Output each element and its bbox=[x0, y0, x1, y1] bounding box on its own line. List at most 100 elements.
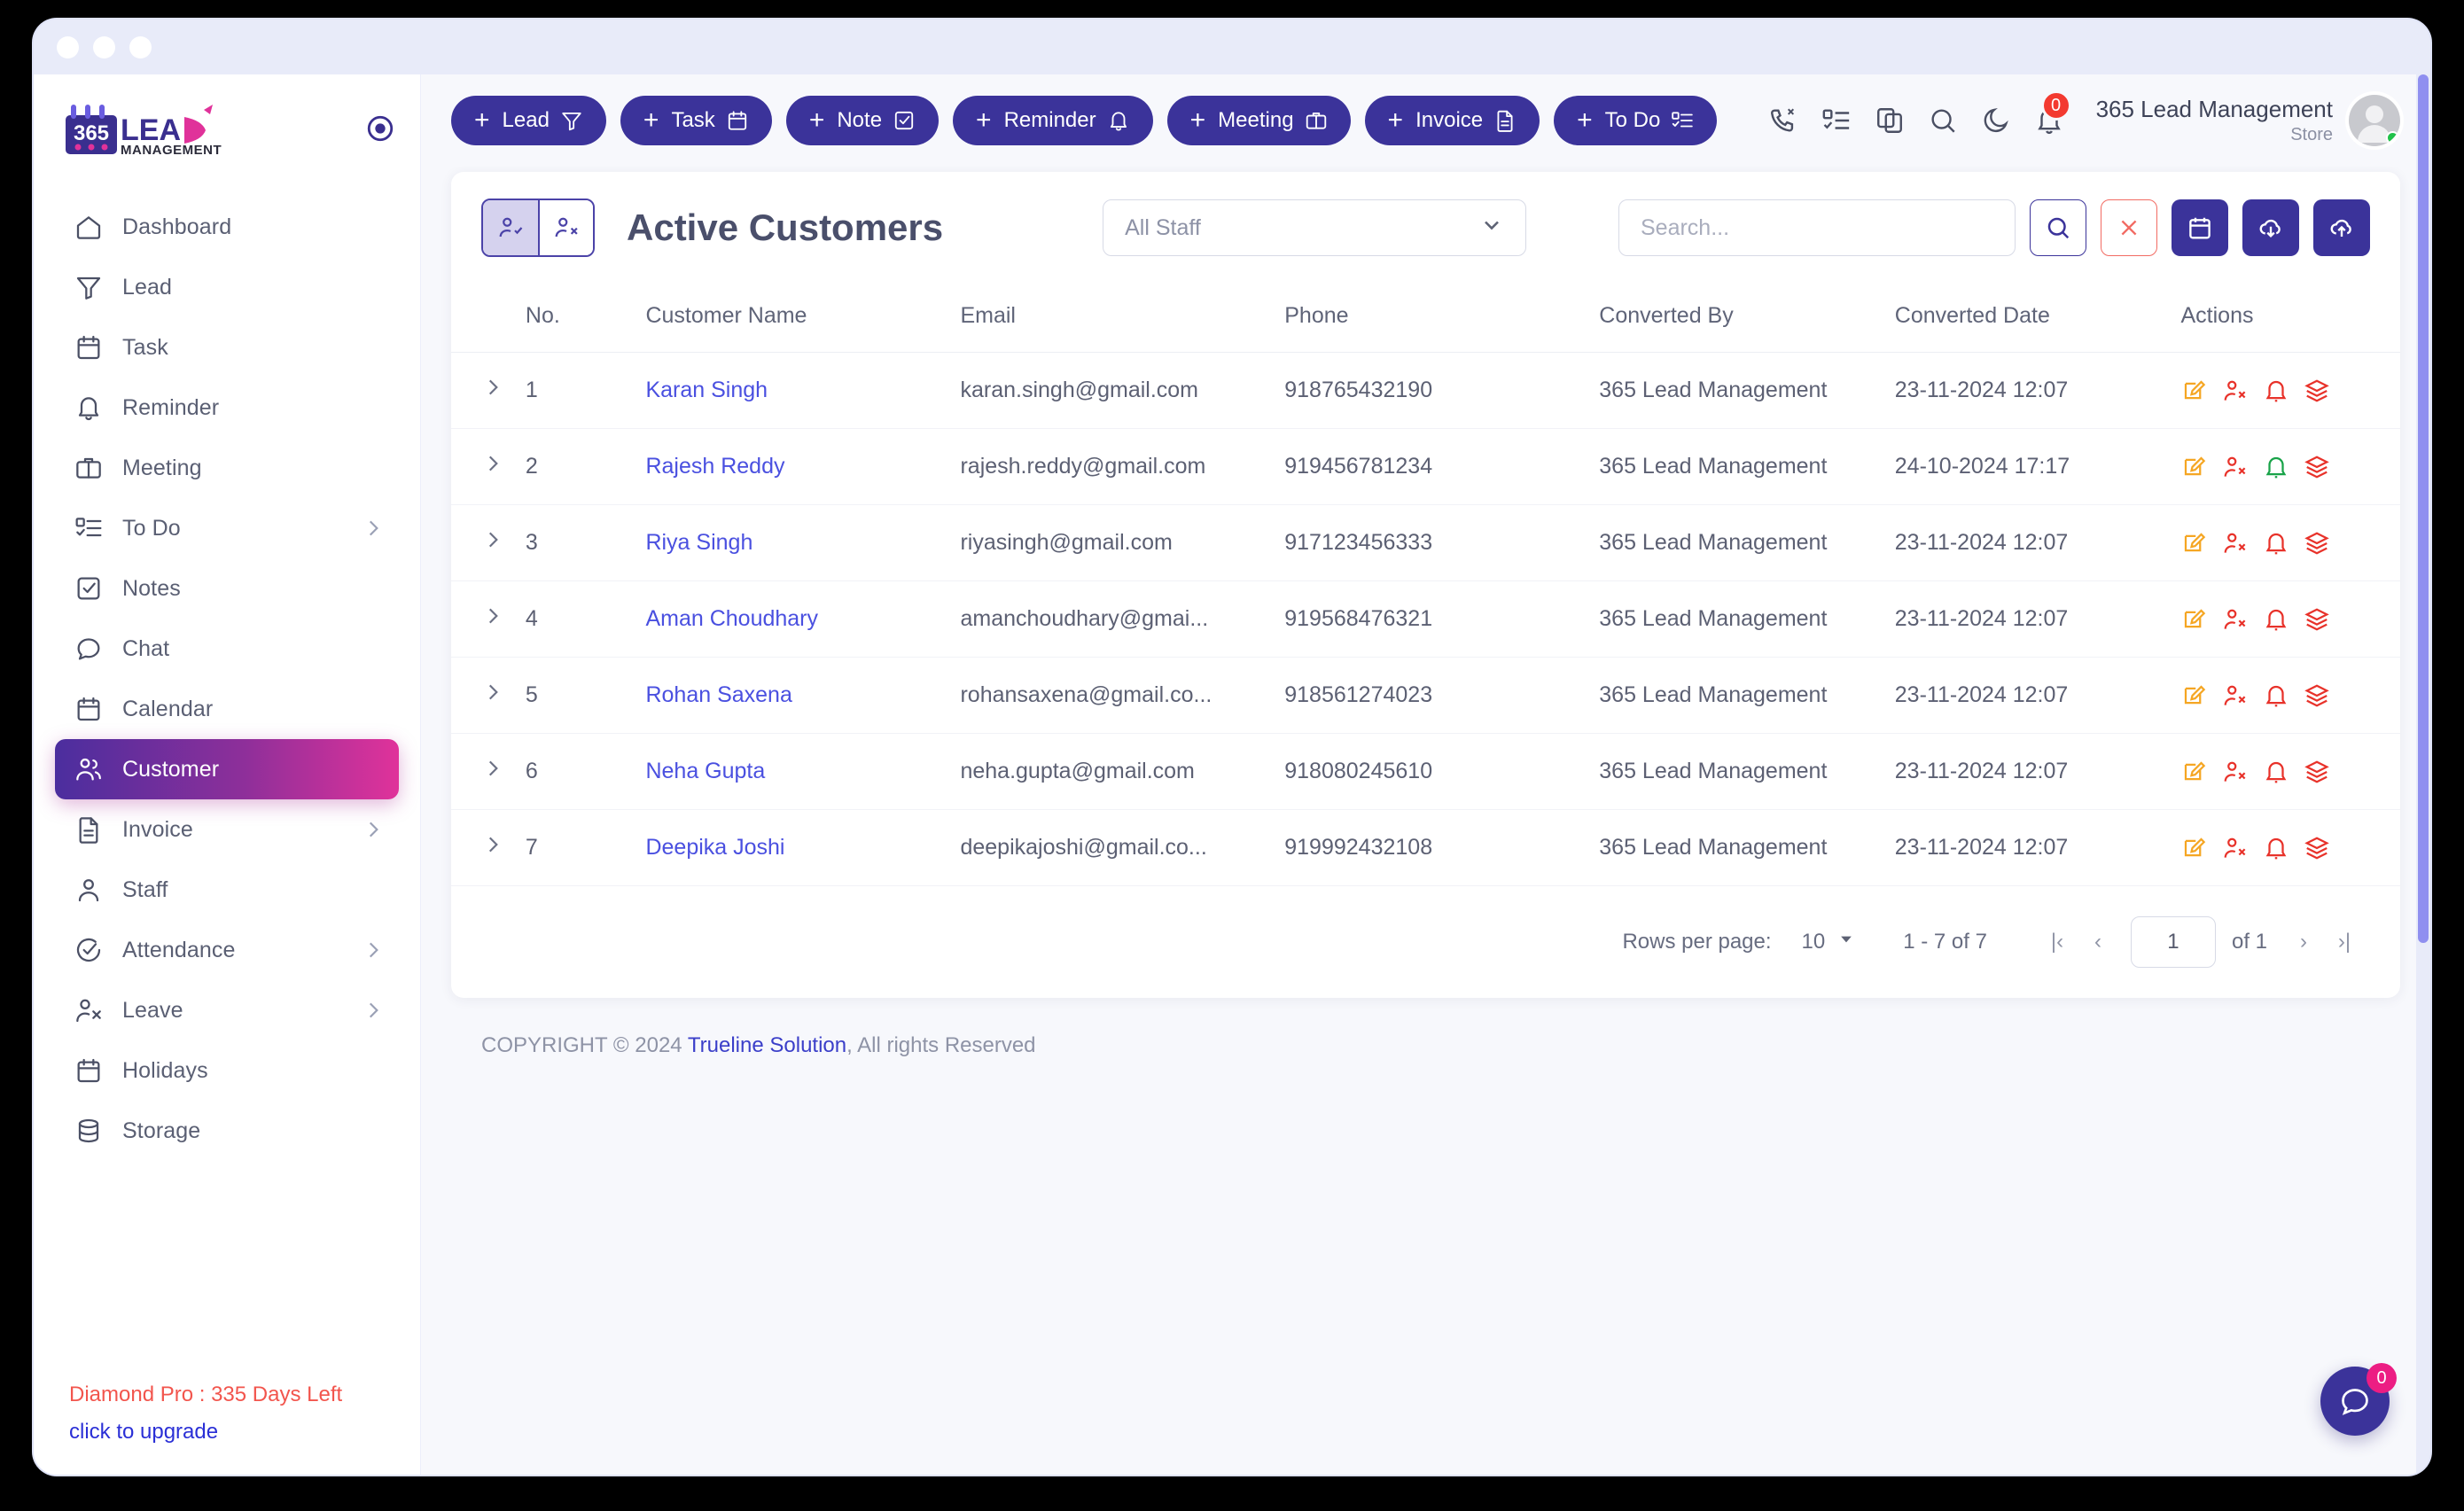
layers-icon[interactable] bbox=[2304, 682, 2330, 709]
col-header-phone[interactable]: Phone bbox=[1284, 280, 1600, 353]
user-remove-icon[interactable] bbox=[2222, 454, 2249, 480]
layers-icon[interactable] bbox=[2304, 530, 2330, 557]
user-remove-icon[interactable] bbox=[2222, 835, 2249, 861]
page-scrollbar[interactable] bbox=[2416, 74, 2430, 1475]
table-row[interactable]: 7 Deepika Joshi deepikajoshi@gmail.co... 91… bbox=[451, 809, 2400, 886]
staff-filter-select[interactable]: All Staff bbox=[1103, 199, 1527, 256]
sidebar-item-reminder[interactable]: Reminder bbox=[55, 378, 399, 438]
first-page-button[interactable]: |‹ bbox=[2037, 922, 2078, 962]
clear-button[interactable] bbox=[2101, 199, 2157, 256]
layers-icon[interactable] bbox=[2304, 378, 2330, 404]
add-note-button[interactable]: + Note bbox=[785, 96, 940, 145]
search-input[interactable] bbox=[1618, 199, 2016, 256]
missed-call-icon[interactable] bbox=[1768, 105, 1798, 136]
table-row[interactable]: 2 Rajesh Reddy rajesh.reddy@gmail.com 91945… bbox=[451, 428, 2400, 505]
search-button[interactable] bbox=[2030, 199, 2086, 256]
layers-icon[interactable] bbox=[2304, 606, 2330, 633]
table-row[interactable]: 1 Karan Singh karan.singh@gmail.com 9187654… bbox=[451, 352, 2400, 429]
expand-row-chevron-icon[interactable] bbox=[481, 452, 504, 475]
edit-icon[interactable] bbox=[2181, 378, 2208, 404]
sidebar-item-calendar[interactable]: Calendar bbox=[55, 679, 399, 739]
inactive-customers-toggle[interactable] bbox=[538, 200, 593, 255]
bell-icon[interactable] bbox=[2263, 378, 2289, 404]
customer-name-link[interactable]: Karan Singh bbox=[645, 378, 768, 402]
scrollbar-thumb[interactable] bbox=[2418, 74, 2429, 943]
add-meeting-button[interactable]: + Meeting bbox=[1166, 96, 1351, 145]
chevron-right-icon[interactable] bbox=[362, 999, 385, 1022]
bell-icon[interactable] bbox=[2263, 759, 2289, 785]
bell-icon[interactable] bbox=[2263, 606, 2289, 633]
sidebar-item-customer[interactable]: Customer bbox=[55, 739, 399, 799]
rows-per-page-select[interactable]: 10 bbox=[1802, 930, 1856, 954]
sidebar-item-lead[interactable]: Lead bbox=[55, 257, 399, 317]
edit-icon[interactable] bbox=[2181, 835, 2208, 861]
window-close-dot[interactable] bbox=[57, 35, 79, 58]
upgrade-link[interactable]: click to upgrade bbox=[69, 1420, 420, 1445]
customer-name-link[interactable]: Aman Choudhary bbox=[645, 606, 818, 631]
col-header-no[interactable]: No. bbox=[525, 280, 646, 353]
col-header-converted-by[interactable]: Converted By bbox=[1599, 280, 1895, 353]
copy-icon[interactable] bbox=[1875, 105, 1905, 136]
upload-button[interactable] bbox=[2313, 199, 2370, 256]
table-row[interactable]: 5 Rohan Saxena rohansaxena@gmail.co... 9185… bbox=[451, 657, 2400, 734]
user-remove-icon[interactable] bbox=[2222, 682, 2249, 709]
customer-name-link[interactable]: Neha Gupta bbox=[645, 759, 765, 783]
upgrade-banner[interactable]: Diamond Pro : 335 Days Left click to upg… bbox=[34, 1367, 420, 1475]
user-remove-icon[interactable] bbox=[2222, 378, 2249, 404]
avatar[interactable] bbox=[2349, 95, 2400, 146]
sidebar-item-holidays[interactable]: Holidays bbox=[55, 1040, 399, 1101]
add-lead-button[interactable]: + Lead bbox=[451, 96, 606, 145]
add-to-do-button[interactable]: + To Do bbox=[1554, 96, 1718, 145]
prev-page-button[interactable]: ‹ bbox=[2078, 922, 2118, 962]
sidebar-item-chat[interactable]: Chat bbox=[55, 619, 399, 679]
moon-icon[interactable] bbox=[1981, 105, 2011, 136]
bell-icon[interactable] bbox=[2263, 682, 2289, 709]
chevron-right-icon[interactable] bbox=[362, 818, 385, 841]
app-logo[interactable]: 365 LEA MANAGEMENT bbox=[64, 103, 250, 158]
expand-row-chevron-icon[interactable] bbox=[481, 757, 504, 780]
sidebar-item-dashboard[interactable]: Dashboard bbox=[55, 197, 399, 257]
chat-fab-button[interactable]: 0 bbox=[2320, 1363, 2397, 1436]
window-maximize-dot[interactable] bbox=[129, 35, 152, 58]
table-row[interactable]: 6 Neha Gupta neha.gupta@gmail.com 918080245… bbox=[451, 733, 2400, 810]
customer-name-link[interactable]: Rajesh Reddy bbox=[645, 454, 784, 479]
download-button[interactable] bbox=[2242, 199, 2299, 256]
expand-row-chevron-icon[interactable] bbox=[481, 376, 504, 399]
next-page-button[interactable]: › bbox=[2283, 922, 2324, 962]
window-minimize-dot[interactable] bbox=[93, 35, 115, 58]
sidebar-item-staff[interactable]: Staff bbox=[55, 860, 399, 920]
sidebar-item-invoice[interactable]: Invoice bbox=[55, 799, 399, 860]
active-customers-toggle[interactable] bbox=[483, 200, 538, 255]
sidebar-item-to-do[interactable]: To Do bbox=[55, 498, 399, 558]
layers-icon[interactable] bbox=[2304, 759, 2330, 785]
calendar-button[interactable] bbox=[2172, 199, 2228, 256]
edit-icon[interactable] bbox=[2181, 454, 2208, 480]
sidebar-item-task[interactable]: Task bbox=[55, 317, 399, 378]
table-row[interactable]: 4 Aman Choudhary amanchoudhary@gmai... 9195… bbox=[451, 580, 2400, 658]
layers-icon[interactable] bbox=[2304, 454, 2330, 480]
user-remove-icon[interactable] bbox=[2222, 606, 2249, 633]
customer-name-link[interactable]: Riya Singh bbox=[645, 530, 752, 555]
bell-icon[interactable] bbox=[2263, 530, 2289, 557]
table-row[interactable]: 3 Riya Singh riyasingh@gmail.com 9171234563… bbox=[451, 504, 2400, 581]
notification-bell-icon[interactable]: 0 bbox=[2034, 90, 2071, 136]
bell-icon[interactable] bbox=[2263, 454, 2289, 480]
last-page-button[interactable]: ›| bbox=[2324, 922, 2365, 962]
footer-company-link[interactable]: Trueline Solution bbox=[688, 1033, 846, 1057]
user-profile[interactable]: 365 Lead Management Store bbox=[2096, 95, 2400, 146]
edit-icon[interactable] bbox=[2181, 759, 2208, 785]
add-invoice-button[interactable]: + Invoice bbox=[1364, 96, 1540, 145]
user-remove-icon[interactable] bbox=[2222, 530, 2249, 557]
add-task-button[interactable]: + Task bbox=[620, 96, 772, 145]
search-icon[interactable] bbox=[1928, 105, 1958, 136]
layers-icon[interactable] bbox=[2304, 835, 2330, 861]
customer-name-link[interactable]: Rohan Saxena bbox=[645, 682, 791, 707]
sidebar-item-attendance[interactable]: Attendance bbox=[55, 920, 399, 980]
sidebar-collapse-toggle-icon[interactable] bbox=[365, 113, 395, 148]
bell-icon[interactable] bbox=[2263, 835, 2289, 861]
customer-name-link[interactable]: Deepika Joshi bbox=[645, 835, 784, 860]
edit-icon[interactable] bbox=[2181, 530, 2208, 557]
page-number-input[interactable]: 1 bbox=[2130, 916, 2216, 968]
col-header-name[interactable]: Customer Name bbox=[645, 280, 961, 353]
col-header-email[interactable]: Email bbox=[960, 280, 1285, 353]
